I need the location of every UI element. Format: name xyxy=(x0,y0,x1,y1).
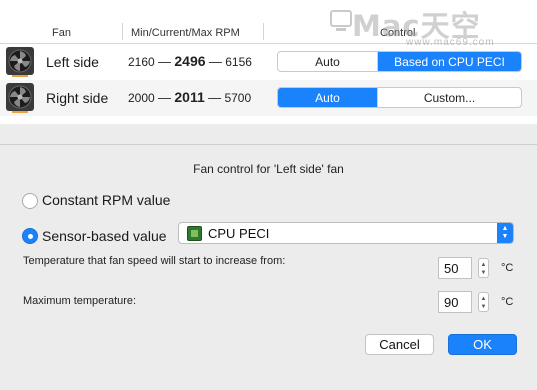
header-rpm: Min/Current/Max RPM xyxy=(131,27,240,39)
fan-control-sheet: Fan control for 'Left side' fan Constant… xyxy=(0,144,537,374)
unit-label: °C xyxy=(501,296,514,308)
rpm-max: 5700 xyxy=(224,91,252,105)
temp-start-label: Temperature that fan speed will start to… xyxy=(23,255,286,267)
fan-icon xyxy=(6,47,34,77)
temp-start-stepper[interactable]: ▲ ▼ xyxy=(478,258,489,278)
fan-name: Left side xyxy=(46,54,99,70)
max-temp-field[interactable]: 90 xyxy=(438,291,472,313)
sensor-select[interactable]: CPU PECI ▲ ▼ xyxy=(178,222,514,244)
sheet-title: Fan control for 'Left side' fan xyxy=(193,162,344,176)
control-segmented: Auto Based on CPU PECI xyxy=(277,51,522,72)
rpm-values: 2160 — 2496 — 6156 xyxy=(128,53,252,69)
rpm-current: 2011 xyxy=(174,89,205,105)
rpm-max: 6156 xyxy=(225,55,252,69)
rpm-dash: — xyxy=(208,90,222,105)
constant-rpm-label[interactable]: Constant RPM value xyxy=(42,192,170,208)
column-separator xyxy=(263,23,264,40)
control-segmented: Auto Custom... xyxy=(277,87,522,108)
temp-start-field[interactable]: 50 xyxy=(438,257,472,279)
fan-name: Right side xyxy=(46,90,109,106)
table-row[interactable]: Right side 2000 — 2011 — 5700 Auto Custo… xyxy=(0,80,537,116)
chip-icon xyxy=(187,226,202,241)
fan-icon xyxy=(6,83,34,113)
column-separator xyxy=(122,23,123,40)
rpm-values: 2000 — 2011 — 5700 xyxy=(128,89,251,105)
constant-rpm-radio[interactable] xyxy=(22,193,38,209)
control-custom-button[interactable]: Custom... xyxy=(378,88,521,107)
control-auto-button[interactable]: Auto xyxy=(278,52,378,71)
max-temp-label: Maximum temperature: xyxy=(23,295,137,307)
max-temp-stepper[interactable]: ▲ ▼ xyxy=(478,292,489,312)
table-row[interactable]: Left side 2160 — 2496 — 6156 Auto Based … xyxy=(0,44,537,80)
watermark-url: www.mac69.com xyxy=(406,37,495,48)
cancel-button[interactable]: Cancel xyxy=(365,334,434,355)
rpm-min: 2000 xyxy=(128,91,155,105)
ok-button[interactable]: OK xyxy=(448,334,517,355)
sensor-based-radio[interactable] xyxy=(22,228,38,244)
rpm-dash: — xyxy=(208,54,222,69)
select-chevron-icon[interactable]: ▲ ▼ xyxy=(497,223,513,243)
rpm-dash: — xyxy=(158,90,172,105)
rpm-min: 2160 xyxy=(128,55,155,69)
sensor-based-label[interactable]: Sensor-based value xyxy=(42,228,167,244)
header-fan: Fan xyxy=(52,27,71,39)
unit-label: °C xyxy=(501,262,514,274)
rpm-dash: — xyxy=(158,54,172,69)
rpm-current: 2496 xyxy=(174,53,206,69)
control-custom-button[interactable]: Based on CPU PECI xyxy=(378,52,521,71)
control-auto-button[interactable]: Auto xyxy=(278,88,378,107)
sensor-selected-value: CPU PECI xyxy=(208,226,270,241)
